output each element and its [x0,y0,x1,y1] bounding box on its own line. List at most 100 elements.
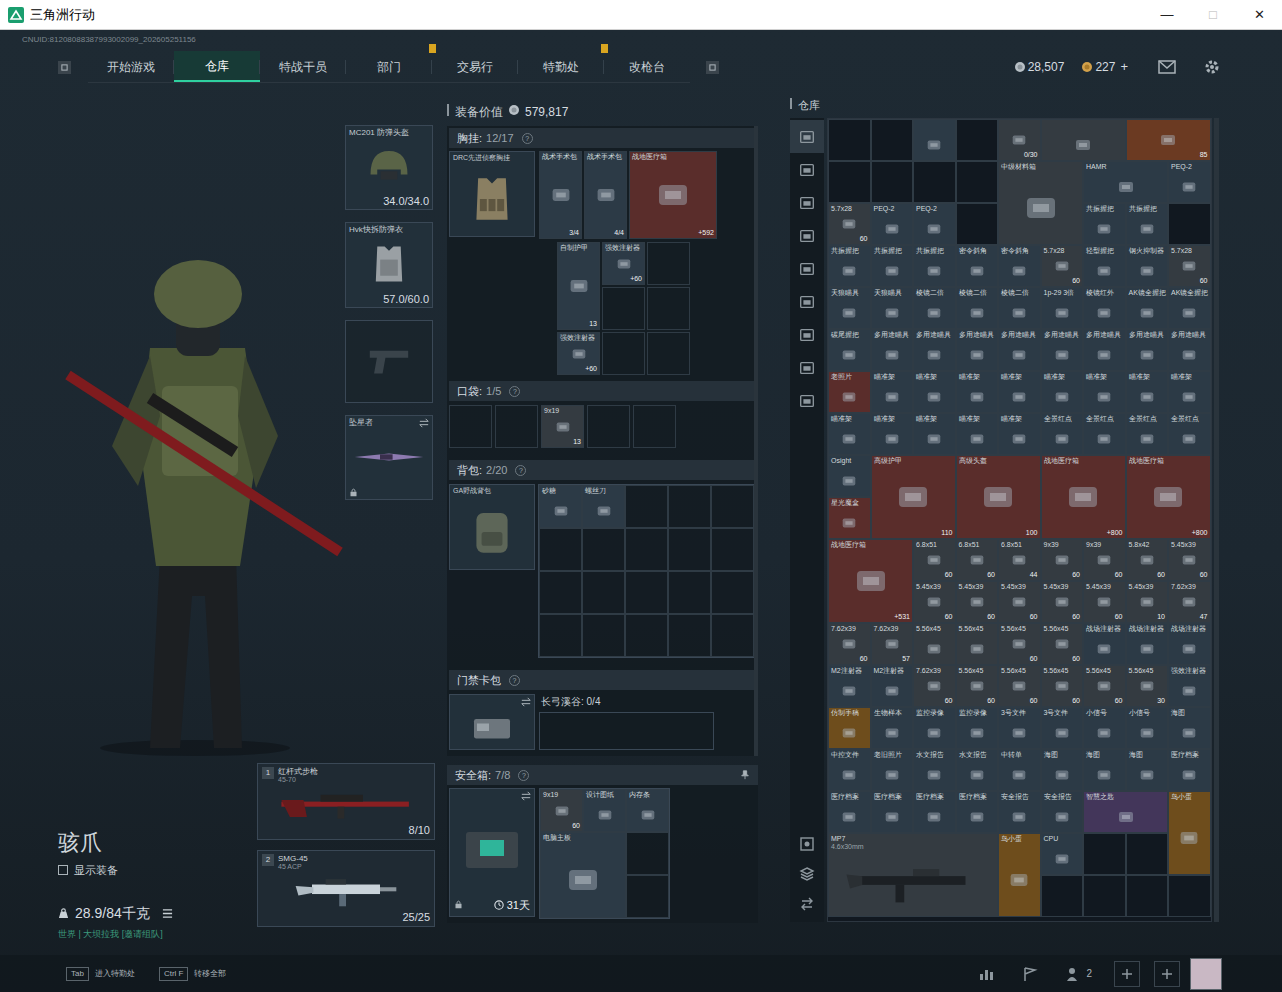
item-cell[interactable]: M2注射器 [871,665,914,707]
nav-tab[interactable]: 部门 [346,51,432,82]
item-cell[interactable]: 5.56x4560 [956,665,999,707]
help-button[interactable]: ? [509,675,520,686]
item-cell[interactable]: 密令斜角 [956,245,999,287]
item-cell[interactable]: 医疗档案 [871,791,914,833]
item-cell[interactable]: 棱镜红外 [1083,287,1126,329]
category-tab[interactable] [790,219,824,252]
next-tab-button[interactable] [706,61,719,74]
item-cell[interactable]: AK镜全握把 [1126,287,1169,329]
item-cell[interactable]: 多用途瞄具 [1168,329,1211,371]
item-cell[interactable]: 0/30 [998,119,1041,161]
category-tab[interactable] [790,153,824,186]
item-cell[interactable]: 5.56x4560 [998,665,1041,707]
item-cell[interactable]: 5.56x45 [956,623,999,665]
item-cell[interactable]: 安全报告 [1041,791,1084,833]
item-cell[interactable] [1041,119,1126,161]
item-cell[interactable]: 6.8x5144 [998,539,1041,581]
item-cell[interactable]: 瞄准架 [1168,371,1211,413]
category-tab[interactable] [790,384,824,417]
help-button[interactable]: ? [518,770,529,781]
key-hint[interactable]: Ctrl F转移全部 [159,967,227,981]
item-cell[interactable]: 全景红点 [1126,413,1169,455]
item-cell[interactable]: 鸟小蛋 [1168,791,1211,875]
item-cell[interactable]: 5.56x4560 [1041,623,1084,665]
item-cell[interactable]: 5.56x4560 [998,623,1041,665]
weapon-slot[interactable]: 1红杆式步枪45-708/10 [257,763,435,840]
item-cell[interactable]: 多用途瞄具 [956,329,999,371]
item-cell[interactable]: 战场注射器 [1083,623,1126,665]
item-cell[interactable]: 棱镜二倍 [913,287,956,329]
item-cell[interactable]: 5.56x4560 [1083,665,1126,707]
item-cell[interactable]: PEQ-2 [1168,161,1211,203]
item-cell[interactable]: 棱镜二倍 [998,287,1041,329]
item-cell[interactable]: 水文报告 [913,749,956,791]
minimize-button[interactable]: — [1144,0,1190,29]
item-cell[interactable]: 5.56x4530 [1126,665,1169,707]
item-cell[interactable]: 全景红点 [1083,413,1126,455]
item-cell[interactable]: 5.45x3910 [1126,581,1169,623]
item-cell[interactable]: 安全报告 [998,791,1041,833]
item-cell[interactable]: 战术手术包3/4 [539,151,582,239]
key-hint[interactable]: Tab进入特勤处 [66,967,135,981]
team-icon[interactable] [1066,966,1082,982]
item-cell[interactable]: MP74.6x30mm [828,833,998,917]
item-cell[interactable]: 天狼瞄具 [871,287,914,329]
item-cell[interactable] [913,119,956,161]
item-cell[interactable]: 瞄准架 [1041,371,1084,413]
item-cell[interactable]: 多用途瞄具 [871,329,914,371]
item-cell[interactable]: 瞄准架 [956,413,999,455]
safe-box[interactable]: 31天 [449,788,535,917]
help-button[interactable]: ? [515,465,526,476]
item-cell[interactable]: 5.8x4260 [1126,539,1169,581]
keycard-holder[interactable] [449,694,535,750]
item-cell[interactable]: 瞄准架 [1126,371,1169,413]
category-tab[interactable] [790,318,824,351]
helmet-slot[interactable]: MC201 防弹头盔34.0/34.0 [345,125,433,210]
sort-icon[interactable] [799,836,815,852]
item-cell[interactable]: 5.56x4560 [1041,665,1084,707]
pistol-slot[interactable] [345,320,433,403]
item-cell[interactable]: 医疗档案 [913,791,956,833]
item-cell[interactable]: 中控文件 [828,749,871,791]
item-cell[interactable]: 瞄准架 [913,371,956,413]
item-cell[interactable]: 1p-29 3倍 [1041,287,1084,329]
help-button[interactable]: ? [522,133,533,144]
item-cell[interactable]: 全景红点 [1041,413,1084,455]
item-cell[interactable]: 老旧照片 [871,749,914,791]
mail-icon[interactable] [1158,60,1176,74]
item-cell[interactable]: 老照片 [828,371,871,413]
item-cell[interactable]: 医疗档案 [1168,749,1211,791]
item-cell[interactable]: 海图 [1168,707,1211,749]
invite-slot[interactable] [1154,961,1180,987]
category-tab[interactable] [790,285,824,318]
item-cell[interactable]: 自制护甲13 [557,242,600,330]
item-cell[interactable]: 5.45x3960 [913,581,956,623]
item-cell[interactable]: 3号文件 [998,707,1041,749]
item-cell[interactable]: 5.7x2860 [1041,245,1084,287]
item-cell[interactable]: 内存条 [626,789,669,832]
item-cell[interactable]: 多用途瞄具 [998,329,1041,371]
item-cell[interactable]: 3号文件 [1041,707,1084,749]
item-cell[interactable]: 高级护甲110 [871,455,956,539]
item-cell[interactable]: 仿制手稿 [828,707,871,749]
add-currency-button[interactable]: + [1120,57,1128,77]
item-cell[interactable]: 9x1913 [541,405,584,448]
backpack[interactable]: GA野战背包 [449,484,535,570]
item-cell[interactable]: 共振握把 [1083,203,1126,245]
item-cell[interactable]: 鸟小蛋 [998,833,1041,917]
item-cell[interactable]: 海图 [1041,749,1084,791]
item-cell[interactable]: 多用途瞄具 [1126,329,1169,371]
item-cell[interactable]: 多用途瞄具 [913,329,956,371]
item-cell[interactable]: 棱镜二倍 [956,287,999,329]
item-cell[interactable]: 螺丝刀 [582,485,625,528]
item-cell[interactable]: 战地医疗箱+800 [1041,455,1126,539]
flag-icon[interactable] [1022,966,1038,982]
item-cell[interactable]: 中转单 [998,749,1041,791]
nav-tab[interactable]: 特勤处 [518,51,604,82]
help-button[interactable]: ? [509,386,520,397]
item-cell[interactable]: 设计图纸 [583,789,626,832]
nav-tab[interactable]: 特战干员 [260,51,346,82]
item-cell[interactable]: 5.45x3960 [998,581,1041,623]
category-tab[interactable] [790,252,824,285]
item-cell[interactable]: 瞄准架 [871,413,914,455]
